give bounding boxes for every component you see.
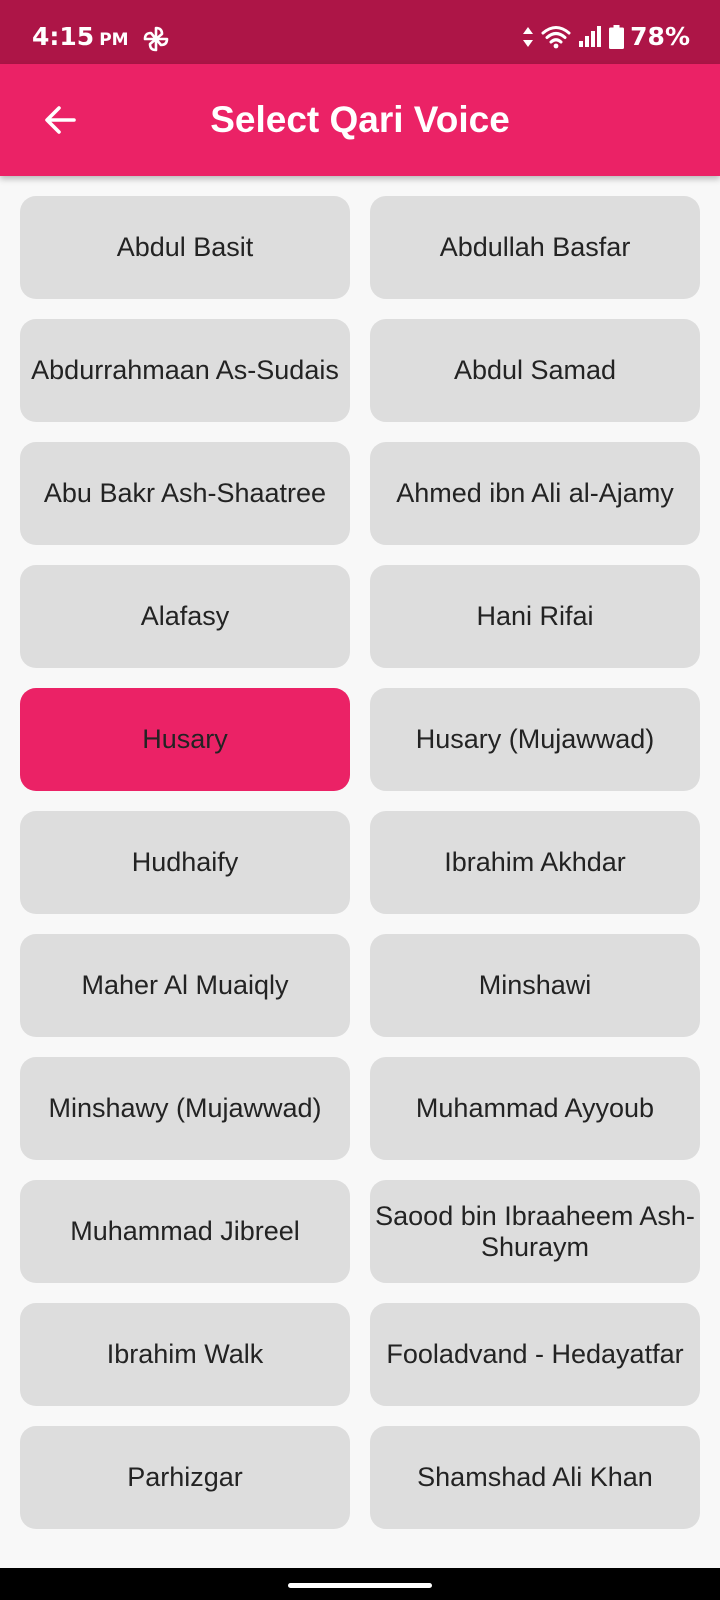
qari-grid: Abdul Basit Abdullah Basfar Abdurrahmaan A…: [20, 196, 700, 1529]
qari-button[interactable]: Abdullah Basfar: [370, 196, 700, 299]
qari-button[interactable]: Maher Al Muaiqly: [20, 934, 350, 1037]
qari-button[interactable]: Ibrahim Walk: [20, 1303, 350, 1406]
qari-button[interactable]: Abdul Samad: [370, 319, 700, 422]
qari-button[interactable]: Abu Bakr Ash-Shaatree: [20, 442, 350, 545]
page-title: Select Qari Voice: [210, 99, 510, 140]
qari-button[interactable]: Ibrahim Akhdar: [370, 811, 700, 914]
clock-ampm: PM: [99, 30, 129, 50]
home-indicator[interactable]: [288, 1583, 432, 1588]
qari-button[interactable]: Shamshad Ali Khan: [370, 1426, 700, 1529]
data-arrows-icon: [523, 26, 534, 47]
signal-icon: [579, 25, 602, 47]
qari-button[interactable]: Fooladvand - Hedayatfar: [370, 1303, 700, 1406]
battery-percentage: 78%: [630, 22, 690, 51]
qari-button[interactable]: Minshawi: [370, 934, 700, 1037]
wifi-icon: [541, 25, 571, 48]
qari-button-selected[interactable]: Husary: [20, 688, 350, 791]
qari-button[interactable]: Husary (Mujawwad): [370, 688, 700, 791]
app-bar: Select Qari Voice: [0, 64, 720, 176]
qari-button[interactable]: Alafasy: [20, 565, 350, 668]
qari-button[interactable]: Hudhaify: [20, 811, 350, 914]
battery-icon: [609, 24, 625, 49]
status-bar: 4:15 PM 78%: [0, 0, 720, 64]
pinwheel-icon: [143, 26, 169, 52]
clock-time: 4:15: [32, 22, 95, 51]
qari-button[interactable]: Hani Rifai: [370, 565, 700, 668]
qari-button[interactable]: Abdurrahmaan As-Sudais: [20, 319, 350, 422]
back-button[interactable]: [28, 88, 92, 152]
qari-button[interactable]: Parhizgar: [20, 1426, 350, 1529]
qari-button[interactable]: Minshawy (Mujawwad): [20, 1057, 350, 1160]
arrow-back-icon: [45, 106, 76, 134]
status-time: 4:15 PM: [32, 22, 129, 51]
status-icons: 78%: [515, 22, 690, 51]
qari-button[interactable]: Ahmed ibn Ali al-Ajamy: [370, 442, 700, 545]
qari-button[interactable]: Muhammad Jibreel: [20, 1180, 350, 1283]
qari-button[interactable]: Muhammad Ayyoub: [370, 1057, 700, 1160]
qari-button[interactable]: Abdul Basit: [20, 196, 350, 299]
qari-button[interactable]: Saood bin Ibraaheem Ash-Shuraym: [370, 1180, 700, 1283]
